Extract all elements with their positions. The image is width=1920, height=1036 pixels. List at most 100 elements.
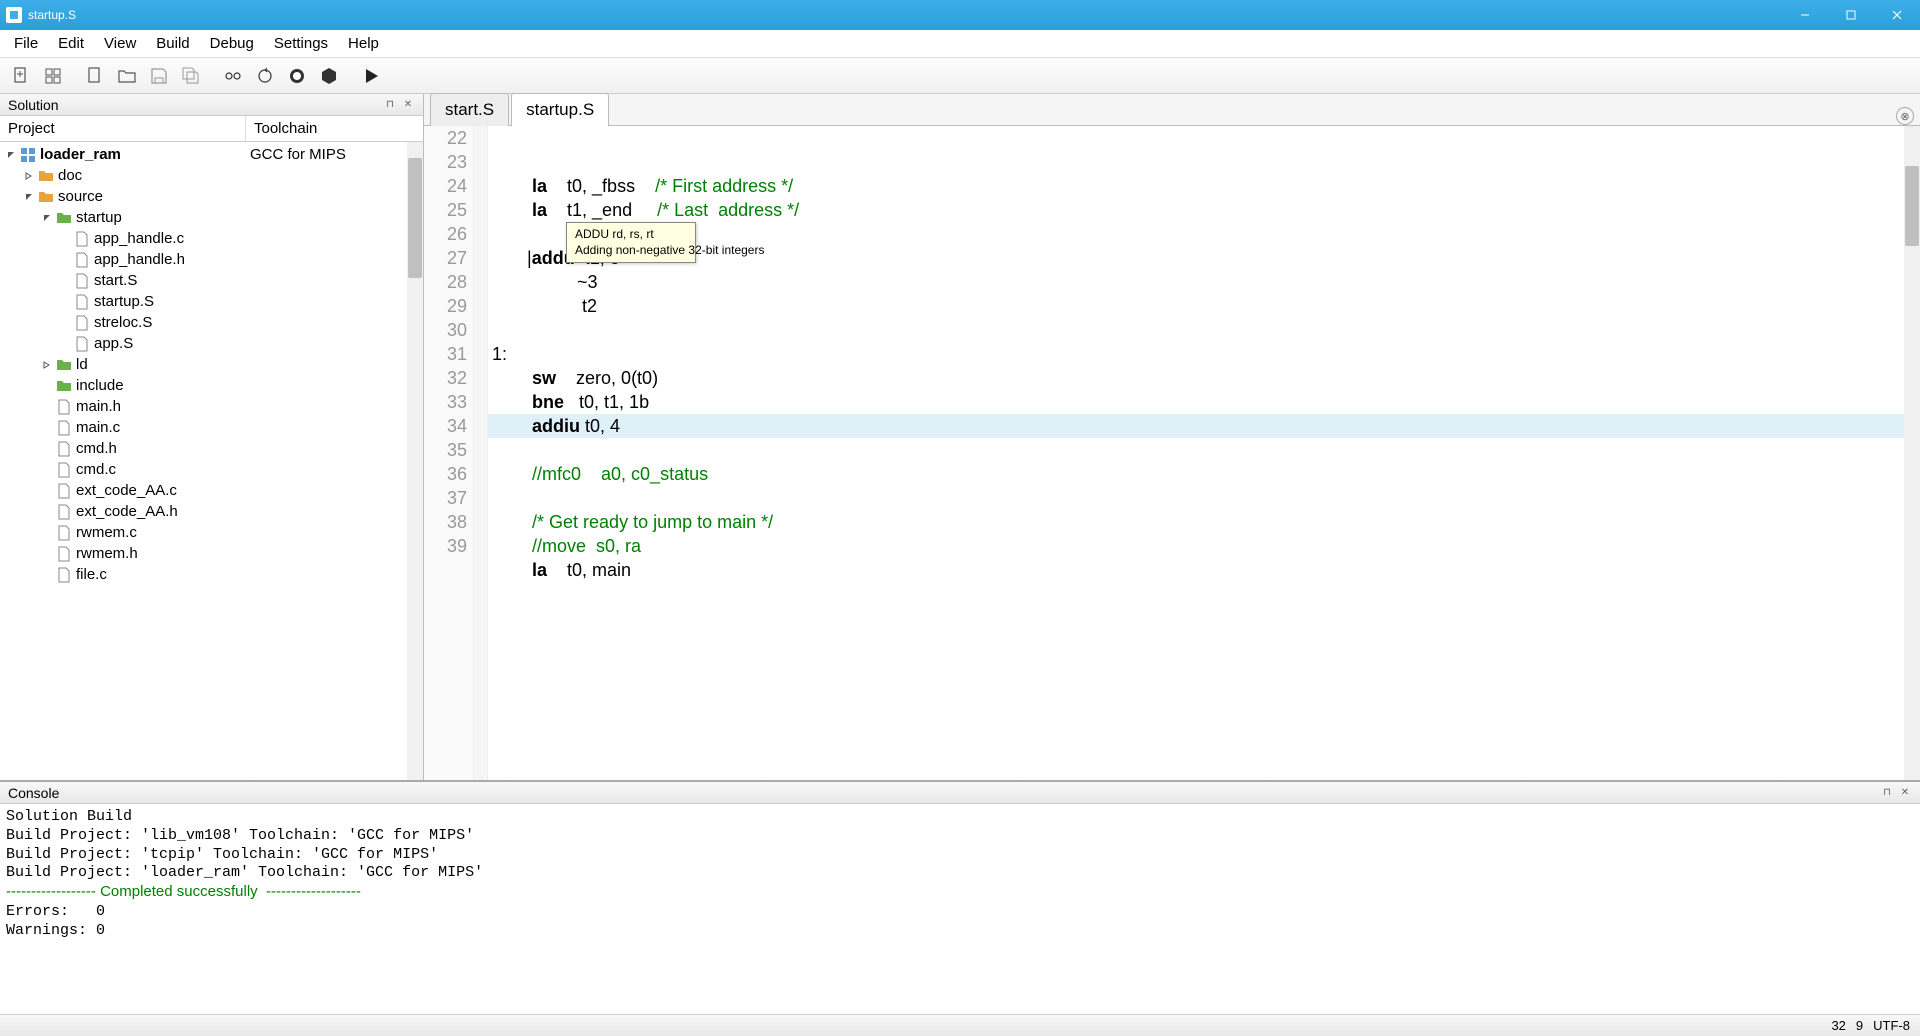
menu-help[interactable]: Help (338, 31, 389, 56)
build-button[interactable] (218, 62, 248, 90)
code-line[interactable]: /* Get ready to jump to main */ (488, 510, 1904, 534)
tab-startup-s[interactable]: startup.S (511, 93, 609, 126)
clean-button[interactable] (282, 62, 312, 90)
tree-item[interactable]: cmd.c (0, 459, 423, 480)
code-line[interactable]: ~3 (488, 270, 1904, 294)
tree-item[interactable]: main.c (0, 417, 423, 438)
tree-label: ld (76, 356, 88, 373)
tree-item[interactable]: file.c (0, 564, 423, 585)
project-tree[interactable]: loader_ramdocsourcestartupapp_handle.cap… (0, 142, 423, 780)
panel-close-icon[interactable]: ✕ (401, 98, 415, 112)
tree-item[interactable]: ext_code_AA.h (0, 501, 423, 522)
menu-settings[interactable]: Settings (264, 31, 338, 56)
run-button[interactable] (356, 62, 386, 90)
open-file-button[interactable] (80, 62, 110, 90)
code-content[interactable]: la t0, _fbss /* First address */ la t1, … (488, 126, 1904, 780)
fold-strip[interactable] (474, 126, 488, 780)
close-all-tabs-icon[interactable]: ⊗ (1896, 107, 1914, 125)
folder-icon (56, 210, 72, 226)
tree-label: rwmem.c (76, 524, 137, 541)
tree-label: cmd.c (76, 461, 116, 478)
file-icon (56, 525, 72, 541)
console-pin-icon[interactable]: ⊓ (1880, 786, 1894, 800)
tree-item[interactable]: startup (0, 207, 423, 228)
code-line[interactable]: addiu t0, 4 (488, 414, 1904, 438)
twisty-icon[interactable] (22, 169, 36, 183)
tab-start-s[interactable]: start.S (430, 93, 509, 126)
code-line[interactable]: 1: (488, 342, 1904, 366)
code-line[interactable] (488, 486, 1904, 510)
console-output[interactable]: Solution Build Build Project: 'lib_vm108… (0, 804, 1920, 1014)
tree-item[interactable]: streloc.S (0, 312, 423, 333)
tree-item[interactable]: cmd.h (0, 438, 423, 459)
file-icon (56, 441, 72, 457)
code-line[interactable]: t2 (488, 294, 1904, 318)
code-line[interactable]: la t1, _end /* Last address */ (488, 198, 1904, 222)
menu-debug[interactable]: Debug (200, 31, 264, 56)
file-icon (74, 294, 90, 310)
code-line[interactable] (488, 582, 1904, 606)
toolbar (0, 58, 1920, 94)
menu-file[interactable]: File (4, 31, 48, 56)
twisty-icon[interactable] (22, 190, 36, 204)
open-folder-button[interactable] (112, 62, 142, 90)
twisty-icon[interactable] (40, 358, 54, 372)
tree-label: cmd.h (76, 440, 117, 457)
new-project-button[interactable] (38, 62, 68, 90)
editor-scrollbar[interactable] (1904, 126, 1920, 780)
code-line[interactable] (488, 318, 1904, 342)
twisty-icon[interactable] (40, 211, 54, 225)
toolchain-value: GCC for MIPS (246, 144, 350, 165)
folder-icon (56, 378, 72, 394)
code-editor[interactable]: 222324252627282930313233343536373839 la … (424, 126, 1920, 780)
col-toolchain[interactable]: Toolchain (246, 116, 325, 141)
col-project[interactable]: Project (0, 116, 246, 141)
minimize-button[interactable] (1782, 0, 1828, 30)
close-button[interactable] (1874, 0, 1920, 30)
tree-item[interactable]: doc (0, 165, 423, 186)
tree-item[interactable]: rwmem.h (0, 543, 423, 564)
menu-edit[interactable]: Edit (48, 31, 94, 56)
panel-pin-icon[interactable]: ⊓ (383, 98, 397, 112)
tree-label: startup (76, 209, 122, 226)
window-title: startup.S (28, 8, 76, 22)
tree-label: include (76, 377, 124, 394)
code-line[interactable]: la t0, _fbss /* First address */ (488, 174, 1904, 198)
tree-item[interactable]: app.S (0, 333, 423, 354)
code-line[interactable]: bne t0, t1, 1b (488, 390, 1904, 414)
code-line[interactable]: //move s0, ra (488, 534, 1904, 558)
solution-scrollbar[interactable] (407, 142, 423, 780)
new-file-button[interactable] (6, 62, 36, 90)
tree-item[interactable]: main.h (0, 396, 423, 417)
rebuild-button[interactable] (250, 62, 280, 90)
status-bar: 32 9 UTF-8 (0, 1014, 1920, 1036)
status-col: 9 (1856, 1018, 1863, 1033)
tree-item[interactable]: source (0, 186, 423, 207)
menu-build[interactable]: Build (146, 31, 199, 56)
maximize-button[interactable] (1828, 0, 1874, 30)
tree-item[interactable]: startup.S (0, 291, 423, 312)
code-line[interactable] (488, 438, 1904, 462)
tree-item[interactable]: include (0, 375, 423, 396)
code-line[interactable]: sw zero, 0(t0) (488, 366, 1904, 390)
tree-item[interactable]: ld (0, 354, 423, 375)
menu-view[interactable]: View (94, 31, 146, 56)
file-icon (74, 336, 90, 352)
tree-label: ext_code_AA.c (76, 482, 177, 499)
package-button[interactable] (314, 62, 344, 90)
tree-label: startup.S (94, 293, 154, 310)
file-icon (74, 252, 90, 268)
tree-item[interactable]: app_handle.c (0, 228, 423, 249)
code-line[interactable]: la t0, main (488, 558, 1904, 582)
console-close-icon[interactable]: ✕ (1898, 786, 1912, 800)
tree-label: app.S (94, 335, 133, 352)
tree-item[interactable]: start.S (0, 270, 423, 291)
tree-item[interactable]: rwmem.c (0, 522, 423, 543)
code-line[interactable]: //mfc0 a0, c0_status (488, 462, 1904, 486)
save-all-button[interactable] (176, 62, 206, 90)
save-button[interactable] (144, 62, 174, 90)
tree-item[interactable]: app_handle.h (0, 249, 423, 270)
tree-item[interactable]: ext_code_AA.c (0, 480, 423, 501)
tree-label: rwmem.h (76, 545, 138, 562)
tree-root[interactable]: loader_ram (0, 144, 423, 165)
